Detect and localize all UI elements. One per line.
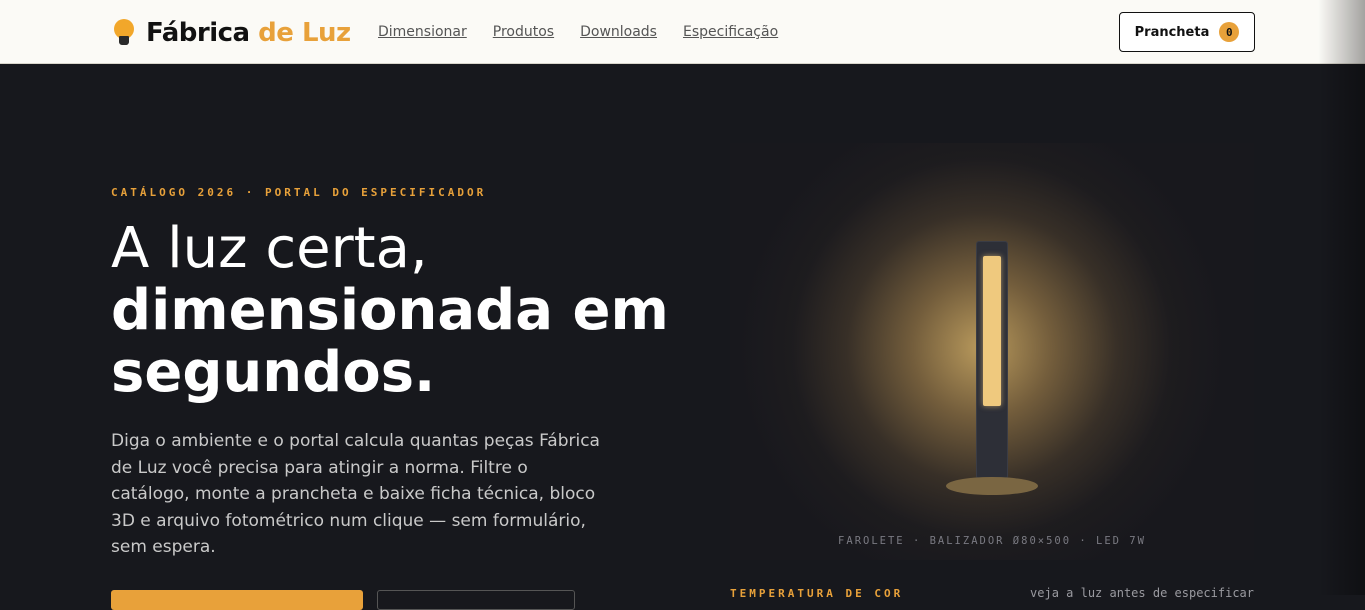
color-temperature-note: veja a luz antes de especificar <box>1030 586 1254 600</box>
bollard-luminaire-image <box>976 241 1008 479</box>
brand-name-accent: de Luz <box>258 18 351 48</box>
hero-eyebrow: CATÁLOGO 2026 · PORTAL DO ESPECIFICADOR <box>111 186 487 199</box>
nav-link-especificacao[interactable]: Especificação <box>683 24 778 40</box>
prancheta-label: Prancheta <box>1134 24 1210 40</box>
hero-title-line-1: A luz certa, <box>111 216 428 281</box>
top-navigation-bar: Fábrica de Luz Dimensionar Produtos Down… <box>0 0 1365 64</box>
main-nav: Dimensionar Produtos Downloads Especific… <box>378 24 804 40</box>
hero-title-line-3: segundos. <box>111 340 436 405</box>
product-caption: FAROLETE · BALIZADOR Ø80×500 · LED 7W <box>838 535 1146 547</box>
lightbulb-icon <box>113 19 135 47</box>
primary-cta-button[interactable] <box>111 590 363 610</box>
color-temperature-label: TEMPERATURA DE COR <box>730 587 904 600</box>
bollard-light-pool <box>946 477 1038 495</box>
nav-link-produtos[interactable]: Produtos <box>493 24 554 40</box>
hero-title: A luz certa, dimensionada em segundos. <box>111 218 711 404</box>
prancheta-button[interactable]: Prancheta 0 <box>1119 12 1255 52</box>
nav-link-dimensionar[interactable]: Dimensionar <box>378 24 467 40</box>
brand-name: Fábrica de Luz <box>146 18 351 48</box>
brand-name-main: Fábrica <box>146 18 250 48</box>
logo[interactable]: Fábrica de Luz <box>113 18 351 48</box>
hero-lead-paragraph: Diga o ambiente e o portal calcula quant… <box>111 431 600 557</box>
prancheta-count-badge: 0 <box>1219 22 1240 42</box>
product-preview-card: FAROLETE · BALIZADOR Ø80×500 · LED 7W <box>730 143 1254 560</box>
bollard-light-strip <box>983 256 1001 406</box>
hero-title-line-2: dimensionada em <box>111 278 669 343</box>
page-edge-shadow <box>1318 0 1365 595</box>
nav-link-downloads[interactable]: Downloads <box>580 24 657 40</box>
secondary-cta-button[interactable] <box>377 590 575 610</box>
